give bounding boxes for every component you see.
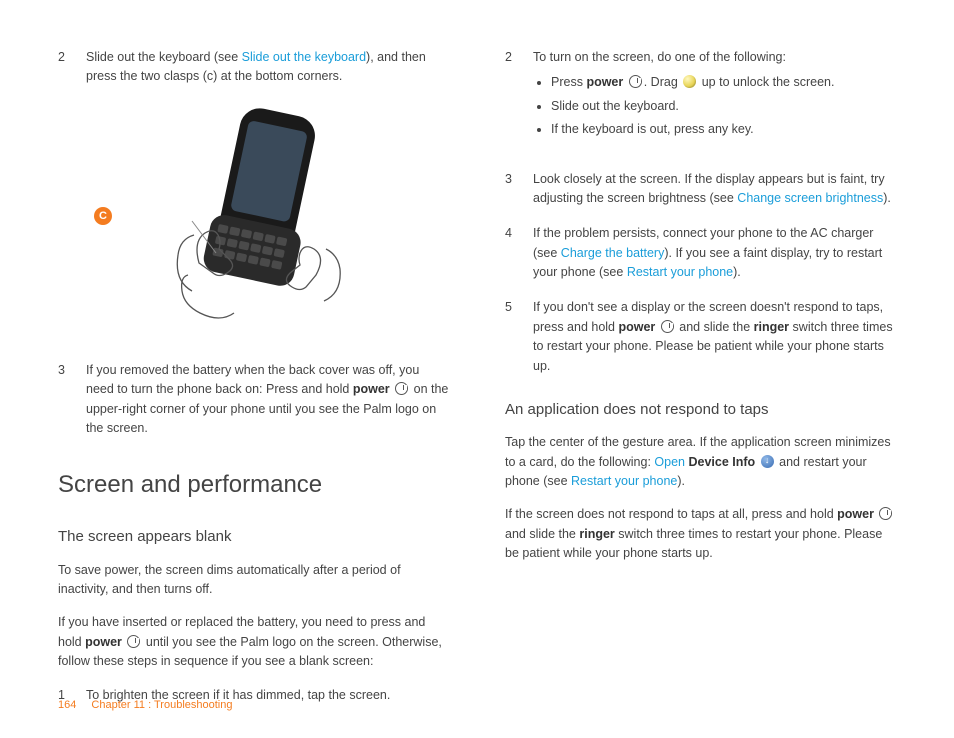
left-step-2: 2 Slide out the keyboard (see Slide out … [58,48,449,87]
subheading-screen-blank: The screen appears blank [58,525,449,548]
link-restart-phone[interactable]: Restart your phone [627,265,733,279]
chapter-label: Chapter 11 : Troubleshooting [91,699,232,711]
step-number: 5 [505,298,533,376]
step-body: Slide out the keyboard (see Slide out th… [86,48,449,87]
bullet-list: Press power . Drag up to unlock the scre… [533,73,896,139]
text: up to unlock the screen. [698,75,834,89]
step-body: If you don't see a display or the screen… [533,298,896,376]
step-body: Look closely at the screen. If the displ… [533,170,896,209]
bold-power: power [85,635,122,649]
bold-power: power [353,382,390,396]
text: and slide the [505,527,579,541]
text: ). [883,191,891,205]
step-body: If the problem persists, connect your ph… [533,224,896,282]
step-number: 2 [58,48,86,87]
text: If the screen does not respond to taps a… [505,507,837,521]
link-change-brightness[interactable]: Change screen brightness [737,191,883,205]
bold-power: power [837,507,874,521]
link-open[interactable]: Open [654,455,685,469]
callout-c: C [94,207,112,225]
phone-illustration [144,103,364,343]
paragraph: If you have inserted or replaced the bat… [58,613,449,671]
right-step-5: 5 If you don't see a display or the scre… [505,298,896,376]
heading-screen-performance: Screen and performance [58,466,449,503]
step-number: 3 [58,361,86,439]
unlock-icon [683,75,696,88]
list-item: If the keyboard is out, press any key. [551,120,896,139]
figure-phone-clasps: C [58,103,449,343]
paragraph: Tap the center of the gesture area. If t… [505,433,896,491]
bold-ringer: ringer [754,320,789,334]
power-icon [879,507,892,520]
step-body: If you removed the battery when the back… [86,361,449,439]
right-column: 2 To turn on the screen, do one of the f… [505,48,896,668]
bold-ringer: ringer [579,527,614,541]
bold-device-info: Device Info [688,455,755,469]
page-footer: 164 Chapter 11 : Troubleshooting [58,697,232,714]
text: ). [677,474,685,488]
right-step-2: 2 To turn on the screen, do one of the f… [505,48,896,154]
bold-power: power [586,75,623,89]
text: Slide out the keyboard (see [86,50,242,64]
power-icon [661,320,674,333]
bold-power: power [618,320,655,334]
left-step-3: 3 If you removed the battery when the ba… [58,361,449,439]
step-number: 3 [505,170,533,209]
power-icon [629,75,642,88]
device-info-icon [761,455,774,468]
page-columns: 2 Slide out the keyboard (see Slide out … [58,48,896,668]
left-column: 2 Slide out the keyboard (see Slide out … [58,48,449,668]
page-number: 164 [58,699,76,711]
right-step-3: 3 Look closely at the screen. If the dis… [505,170,896,209]
text: ). [733,265,741,279]
link-charge-battery[interactable]: Charge the battery [561,246,665,260]
text: . Drag [644,75,682,89]
right-step-4: 4 If the problem persists, connect your … [505,224,896,282]
subheading-app-no-respond: An application does not respond to taps [505,398,896,421]
list-item: Press power . Drag up to unlock the scre… [551,73,896,92]
power-icon [127,635,140,648]
text: and slide the [676,320,754,334]
paragraph: To save power, the screen dims automatic… [58,561,449,600]
step-number: 2 [505,48,533,154]
power-icon [395,382,408,395]
text: To turn on the screen, do one of the fol… [533,50,786,64]
text: Press [551,75,586,89]
link-restart-phone[interactable]: Restart your phone [571,474,677,488]
step-number: 4 [505,224,533,282]
list-item: Slide out the keyboard. [551,97,896,116]
paragraph: If the screen does not respond to taps a… [505,505,896,563]
step-body: To turn on the screen, do one of the fol… [533,48,896,154]
link-slide-out-keyboard[interactable]: Slide out the keyboard [242,50,366,64]
